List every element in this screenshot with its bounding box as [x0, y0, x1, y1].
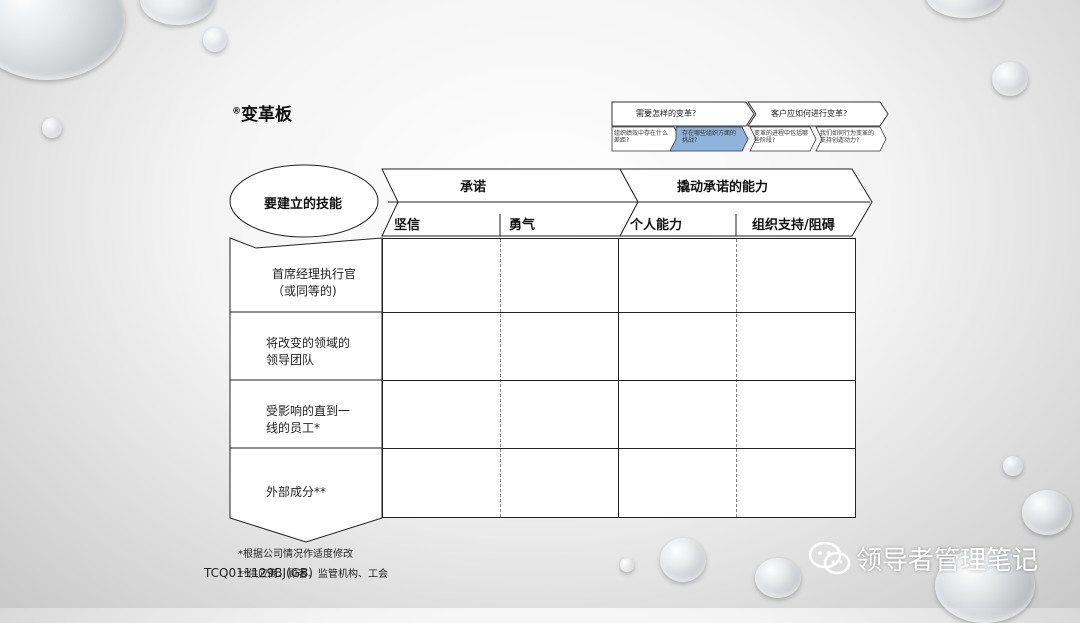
- grid-col-line-dashed: [500, 239, 501, 517]
- row-label-ceo: 首席经理执行官（或同等的): [272, 267, 357, 298]
- group-header-capability: 撬动承诺的能力: [677, 180, 769, 195]
- brand-watermark: 领导者管理笔记: [856, 546, 1039, 576]
- grid-row-line: [383, 448, 855, 449]
- wechat-icon: [808, 540, 852, 580]
- grid-col-line-dashed: [736, 239, 737, 517]
- column-header-conviction: 坚信: [394, 218, 421, 233]
- row-label-leadership-team: 将改变的领域的领导团队: [266, 336, 351, 367]
- column-header-org-support: 组织支持/阻碍: [752, 218, 835, 233]
- grid-col-line-solid: [618, 239, 619, 517]
- footnote: *根据公司情况作适度修改: [238, 549, 353, 560]
- document-code: TCQ011129BJ(GB): [204, 566, 313, 580]
- column-header-courage: 勇气: [509, 218, 536, 233]
- grid-row-line: [383, 380, 855, 381]
- column-header-personal-capability: 个人能力: [630, 218, 683, 233]
- group-header-commitment: 承诺: [460, 180, 487, 195]
- grid-row-line: [383, 312, 855, 313]
- row-label-external: 外部成分**: [266, 485, 327, 499]
- corner-label: 要建立的技能: [264, 197, 343, 212]
- row-label-frontline-staff: 受影响的直到一线的员工*: [266, 404, 351, 435]
- matrix-grid: [382, 238, 856, 518]
